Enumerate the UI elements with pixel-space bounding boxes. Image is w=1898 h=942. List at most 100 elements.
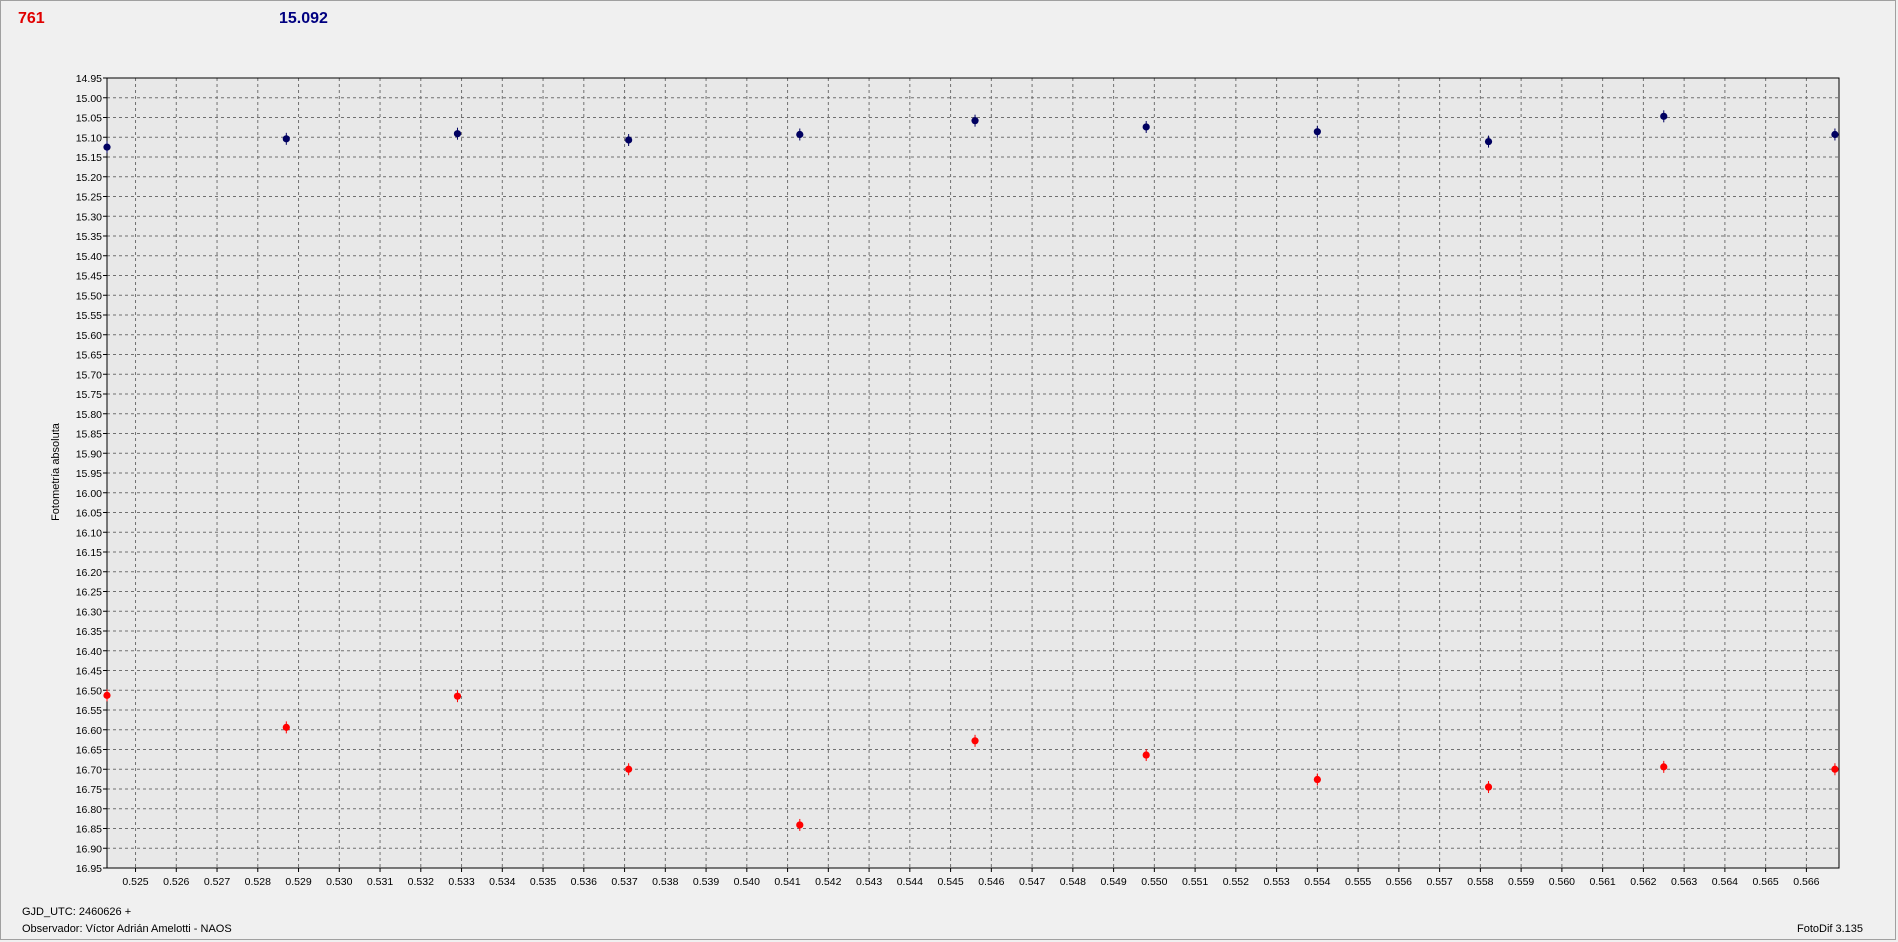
x-tick-label: 0.525: [122, 876, 148, 888]
x-tick-label: 0.542: [815, 876, 841, 888]
x-tick-label: 0.558: [1467, 876, 1493, 888]
variable-data-point: [1313, 775, 1321, 784]
y-tick-label: 15.05: [76, 113, 102, 125]
y-tick-label: 15.25: [76, 192, 102, 204]
y-tick-label: 15.95: [76, 468, 102, 480]
x-tick-label: 0.539: [693, 876, 719, 888]
y-tick-label: 16.35: [76, 626, 102, 638]
y-tick-label: 15.40: [76, 251, 102, 263]
y-tick-label: 16.90: [76, 843, 102, 855]
x-tick-label: 0.545: [937, 876, 963, 888]
y-tick-label: 15.35: [76, 231, 102, 243]
x-tick-label: 0.563: [1671, 876, 1697, 888]
x-tick-label: 0.549: [1100, 876, 1126, 888]
x-tick-label: 0.543: [856, 876, 882, 888]
comparison-data-point: [1313, 128, 1321, 136]
y-tick-label: 16.50: [76, 685, 102, 697]
y-tick-label: 15.20: [76, 172, 102, 184]
x-tick-label: 0.557: [1426, 876, 1452, 888]
x-tick-label: 0.551: [1182, 876, 1208, 888]
variable-data-point: [1831, 765, 1839, 773]
y-tick-label: 16.15: [76, 547, 102, 559]
x-tick-label: 0.533: [448, 876, 474, 888]
variable-data-point: [1660, 763, 1668, 771]
comparison-data-point: [796, 130, 804, 139]
variable-data-point: [796, 821, 804, 829]
x-tick-label: 0.534: [489, 876, 515, 888]
x-tick-label: 0.532: [408, 876, 434, 888]
y-tick-label: 15.55: [76, 310, 102, 322]
x-tick-label: 0.553: [1263, 876, 1289, 888]
y-tick-label: 16.75: [76, 784, 102, 796]
x-tick-label: 0.547: [1019, 876, 1045, 888]
y-tick-label: 16.05: [76, 508, 102, 520]
y-tick-label: 15.10: [76, 132, 102, 144]
comparison-data-point: [1660, 112, 1668, 120]
y-tick-label: 16.60: [76, 725, 102, 737]
variable-data-point: [1142, 751, 1150, 759]
y-tick-label: 16.95: [76, 863, 102, 875]
x-tick-label: 0.530: [326, 876, 352, 888]
y-tick-label: 15.50: [76, 290, 102, 302]
comparison-data-point: [453, 130, 462, 138]
y-tick-label: 16.20: [76, 567, 102, 579]
y-tick-label: 16.45: [76, 666, 102, 678]
y-tick-label: 16.85: [76, 824, 102, 836]
y-tick-label: 15.70: [76, 369, 102, 381]
y-tick-label: 15.30: [76, 211, 102, 223]
x-tick-label: 0.565: [1753, 876, 1779, 888]
y-tick-label: 16.40: [76, 646, 102, 658]
x-tick-label: 0.527: [204, 876, 230, 888]
x-tick-label: 0.548: [1060, 876, 1086, 888]
variable-data-point: [971, 737, 979, 745]
x-tick-label: 0.531: [367, 876, 393, 888]
x-tick-label: 0.560: [1549, 876, 1575, 888]
x-tick-label: 0.528: [245, 876, 271, 888]
y-tick-label: 15.75: [76, 389, 102, 401]
y-tick-label: 16.10: [76, 527, 102, 539]
gjd-label: GJD_UTC: 2460626 +: [22, 906, 132, 918]
variable-data-point: [453, 692, 462, 700]
x-tick-label: 0.541: [774, 876, 800, 888]
y-axis-label: Fotometría absoluta: [50, 423, 62, 521]
x-tick-label: 0.540: [734, 876, 760, 888]
comparison-data-point: [1831, 130, 1839, 139]
y-tick-label: 16.00: [76, 488, 102, 500]
y-tick-label: 16.65: [76, 745, 102, 757]
observer-label: Observador: Víctor Adrián Amelotti - NAO…: [22, 923, 232, 935]
comparison-data-point: [625, 136, 633, 144]
x-tick-label: 0.526: [163, 876, 189, 888]
variable-data-point: [625, 765, 633, 773]
x-tick-label: 0.566: [1793, 876, 1819, 888]
x-tick-label: 0.561: [1589, 876, 1615, 888]
y-tick-label: 16.30: [76, 606, 102, 618]
x-tick-label: 0.535: [530, 876, 556, 888]
x-tick-label: 0.552: [1223, 876, 1249, 888]
x-tick-label: 0.529: [285, 876, 311, 888]
variable-data-point: [103, 691, 111, 699]
y-tick-label: 15.45: [76, 271, 102, 283]
x-tick-label: 0.538: [652, 876, 678, 888]
x-tick-label: 0.555: [1345, 876, 1371, 888]
variable-data-point: [1484, 783, 1493, 791]
y-tick-label: 15.65: [76, 350, 102, 362]
photometry-chart: 0.525 0.526 0.527 0.528 0.529 0.530 0.531 0.532…: [76, 73, 1840, 888]
y-tick-label: 16.70: [76, 764, 102, 776]
x-tick-label: 0.544: [897, 876, 923, 888]
y-tick-label: 15.00: [76, 93, 102, 105]
x-tick-label: 0.550: [1141, 876, 1167, 888]
y-tick-label: 15.90: [76, 448, 102, 460]
y-tick-label: 16.80: [76, 804, 102, 816]
comparison-data-point: [282, 135, 290, 143]
y-tick-label: 14.95: [76, 73, 102, 85]
y-tick-label: 15.80: [76, 409, 102, 421]
x-tick-label: 0.536: [571, 876, 597, 888]
comparison-data-point: [103, 143, 111, 151]
x-tick-label: 0.537: [611, 876, 637, 888]
comparison-data-point: [1142, 123, 1150, 131]
y-tick-label: 16.55: [76, 705, 102, 717]
x-tick-label: 0.556: [1386, 876, 1412, 888]
y-tick-label: 15.15: [76, 152, 102, 164]
y-tick-label: 16.25: [76, 587, 102, 599]
x-tick-label: 0.554: [1304, 876, 1330, 888]
